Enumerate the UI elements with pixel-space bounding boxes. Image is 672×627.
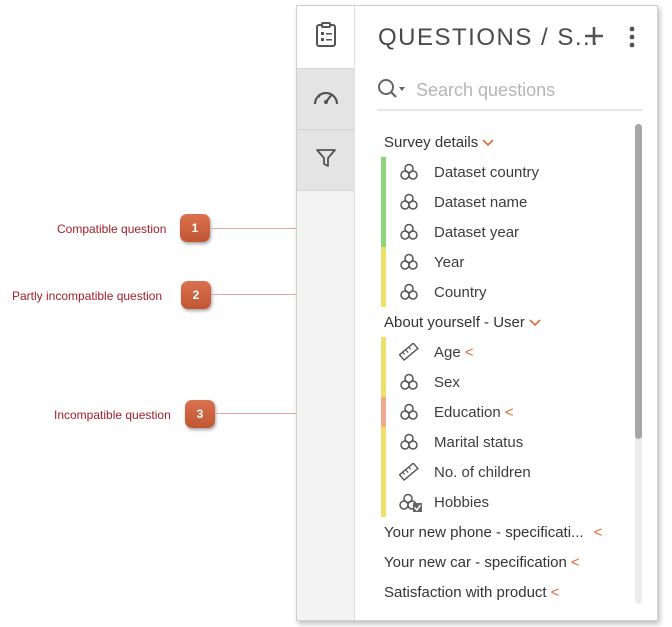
callout-badge-1: 1 <box>180 214 210 242</box>
chevron-left-icon[interactable]: < <box>551 584 560 601</box>
item-label-group: Age < <box>434 344 473 361</box>
section-label: Your new phone - specificati... <box>384 523 584 541</box>
item-label: Country <box>434 283 487 301</box>
categorical-icon <box>399 283 419 305</box>
chevron-left-icon[interactable]: < <box>594 524 603 541</box>
categorical-icon <box>399 163 419 185</box>
callout-label-compatible: Compatible question <box>57 222 167 236</box>
item-label: Hobbies <box>434 493 490 511</box>
categorical-icon <box>399 193 419 215</box>
categorical-icon <box>399 223 419 245</box>
list-item[interactable]: Age < <box>377 337 627 367</box>
ruler-icon <box>398 462 419 485</box>
section-label: Your new car - specification <box>384 553 567 571</box>
section-label: Satisfaction with product <box>384 583 547 601</box>
item-label-group: Education < <box>434 404 513 421</box>
item-label: Dataset country <box>434 163 540 181</box>
section-new-phone[interactable]: Your new phone - specificati... < <box>384 517 634 547</box>
search-input[interactable] <box>414 76 638 104</box>
section-about-yourself[interactable]: About yourself - User <box>384 307 634 337</box>
rail-filter-button[interactable] <box>297 130 354 191</box>
speedometer-icon <box>312 86 340 113</box>
callout-label-partly: Partly incompatible question <box>12 289 163 303</box>
list-item[interactable]: Dataset country <box>377 157 627 187</box>
item-label: Age <box>434 343 461 361</box>
list-item[interactable]: Year <box>377 247 627 277</box>
categorical-icon <box>399 403 419 425</box>
search-bar <box>377 73 642 111</box>
list-item[interactable]: Marital status <box>377 427 627 457</box>
item-label: Dataset year <box>434 223 520 241</box>
section-satisfaction[interactable]: Satisfaction with product < <box>384 577 634 607</box>
item-label: Education <box>434 403 501 421</box>
list-item[interactable]: Dataset name <box>377 187 627 217</box>
section-survey-details[interactable]: Survey details <box>384 127 634 157</box>
filter-icon <box>315 147 337 174</box>
chevron-left-icon[interactable]: < <box>465 344 474 361</box>
list-item[interactable]: No. of children <box>377 457 627 487</box>
list-item[interactable]: Country <box>377 277 627 307</box>
item-label: Marital status <box>434 433 524 451</box>
scrollbar-thumb[interactable] <box>635 124 642 439</box>
clipboard-list-icon <box>315 21 337 53</box>
section-new-car[interactable]: Your new car - specification < <box>384 547 634 577</box>
list-item[interactable]: Education < <box>377 397 627 427</box>
ruler-icon <box>398 342 419 365</box>
chevron-left-icon[interactable]: < <box>571 554 580 571</box>
list-item[interactable]: Hobbies <box>377 487 627 517</box>
search-icon[interactable] <box>377 78 407 105</box>
multi-categorical-icon <box>399 493 423 517</box>
list-item[interactable]: Sex <box>377 367 627 397</box>
item-label: Sex <box>434 373 460 391</box>
section-label: About yourself - User <box>384 313 525 331</box>
categorical-icon <box>399 253 419 275</box>
callout-label-incompatible: Incompatible question <box>54 408 171 422</box>
chevron-down-icon <box>482 134 494 151</box>
chevron-down-icon <box>529 314 541 331</box>
callout-badge-3: 3 <box>185 400 215 428</box>
item-label: Dataset name <box>434 193 528 211</box>
item-label: No. of children <box>434 463 531 481</box>
chevron-left-icon[interactable]: < <box>505 404 514 421</box>
categorical-icon <box>399 373 419 395</box>
panel-title: QUESTIONS / S... <box>378 24 600 51</box>
left-rail <box>297 6 355 620</box>
section-label: Survey details <box>384 133 479 151</box>
callout-badge-2: 2 <box>181 281 211 309</box>
scrollbar-track[interactable] <box>635 124 642 604</box>
rail-dashboard-button[interactable] <box>297 68 354 130</box>
rail-questions-button[interactable] <box>297 6 354 68</box>
kebab-menu-icon[interactable] <box>628 26 636 53</box>
list-item[interactable]: Dataset year <box>377 217 627 247</box>
item-label: Year <box>434 253 465 271</box>
plus-icon[interactable] <box>584 26 604 51</box>
questions-panel: QUESTIONS / S... Survey details <box>296 5 658 621</box>
categorical-icon <box>399 433 419 455</box>
